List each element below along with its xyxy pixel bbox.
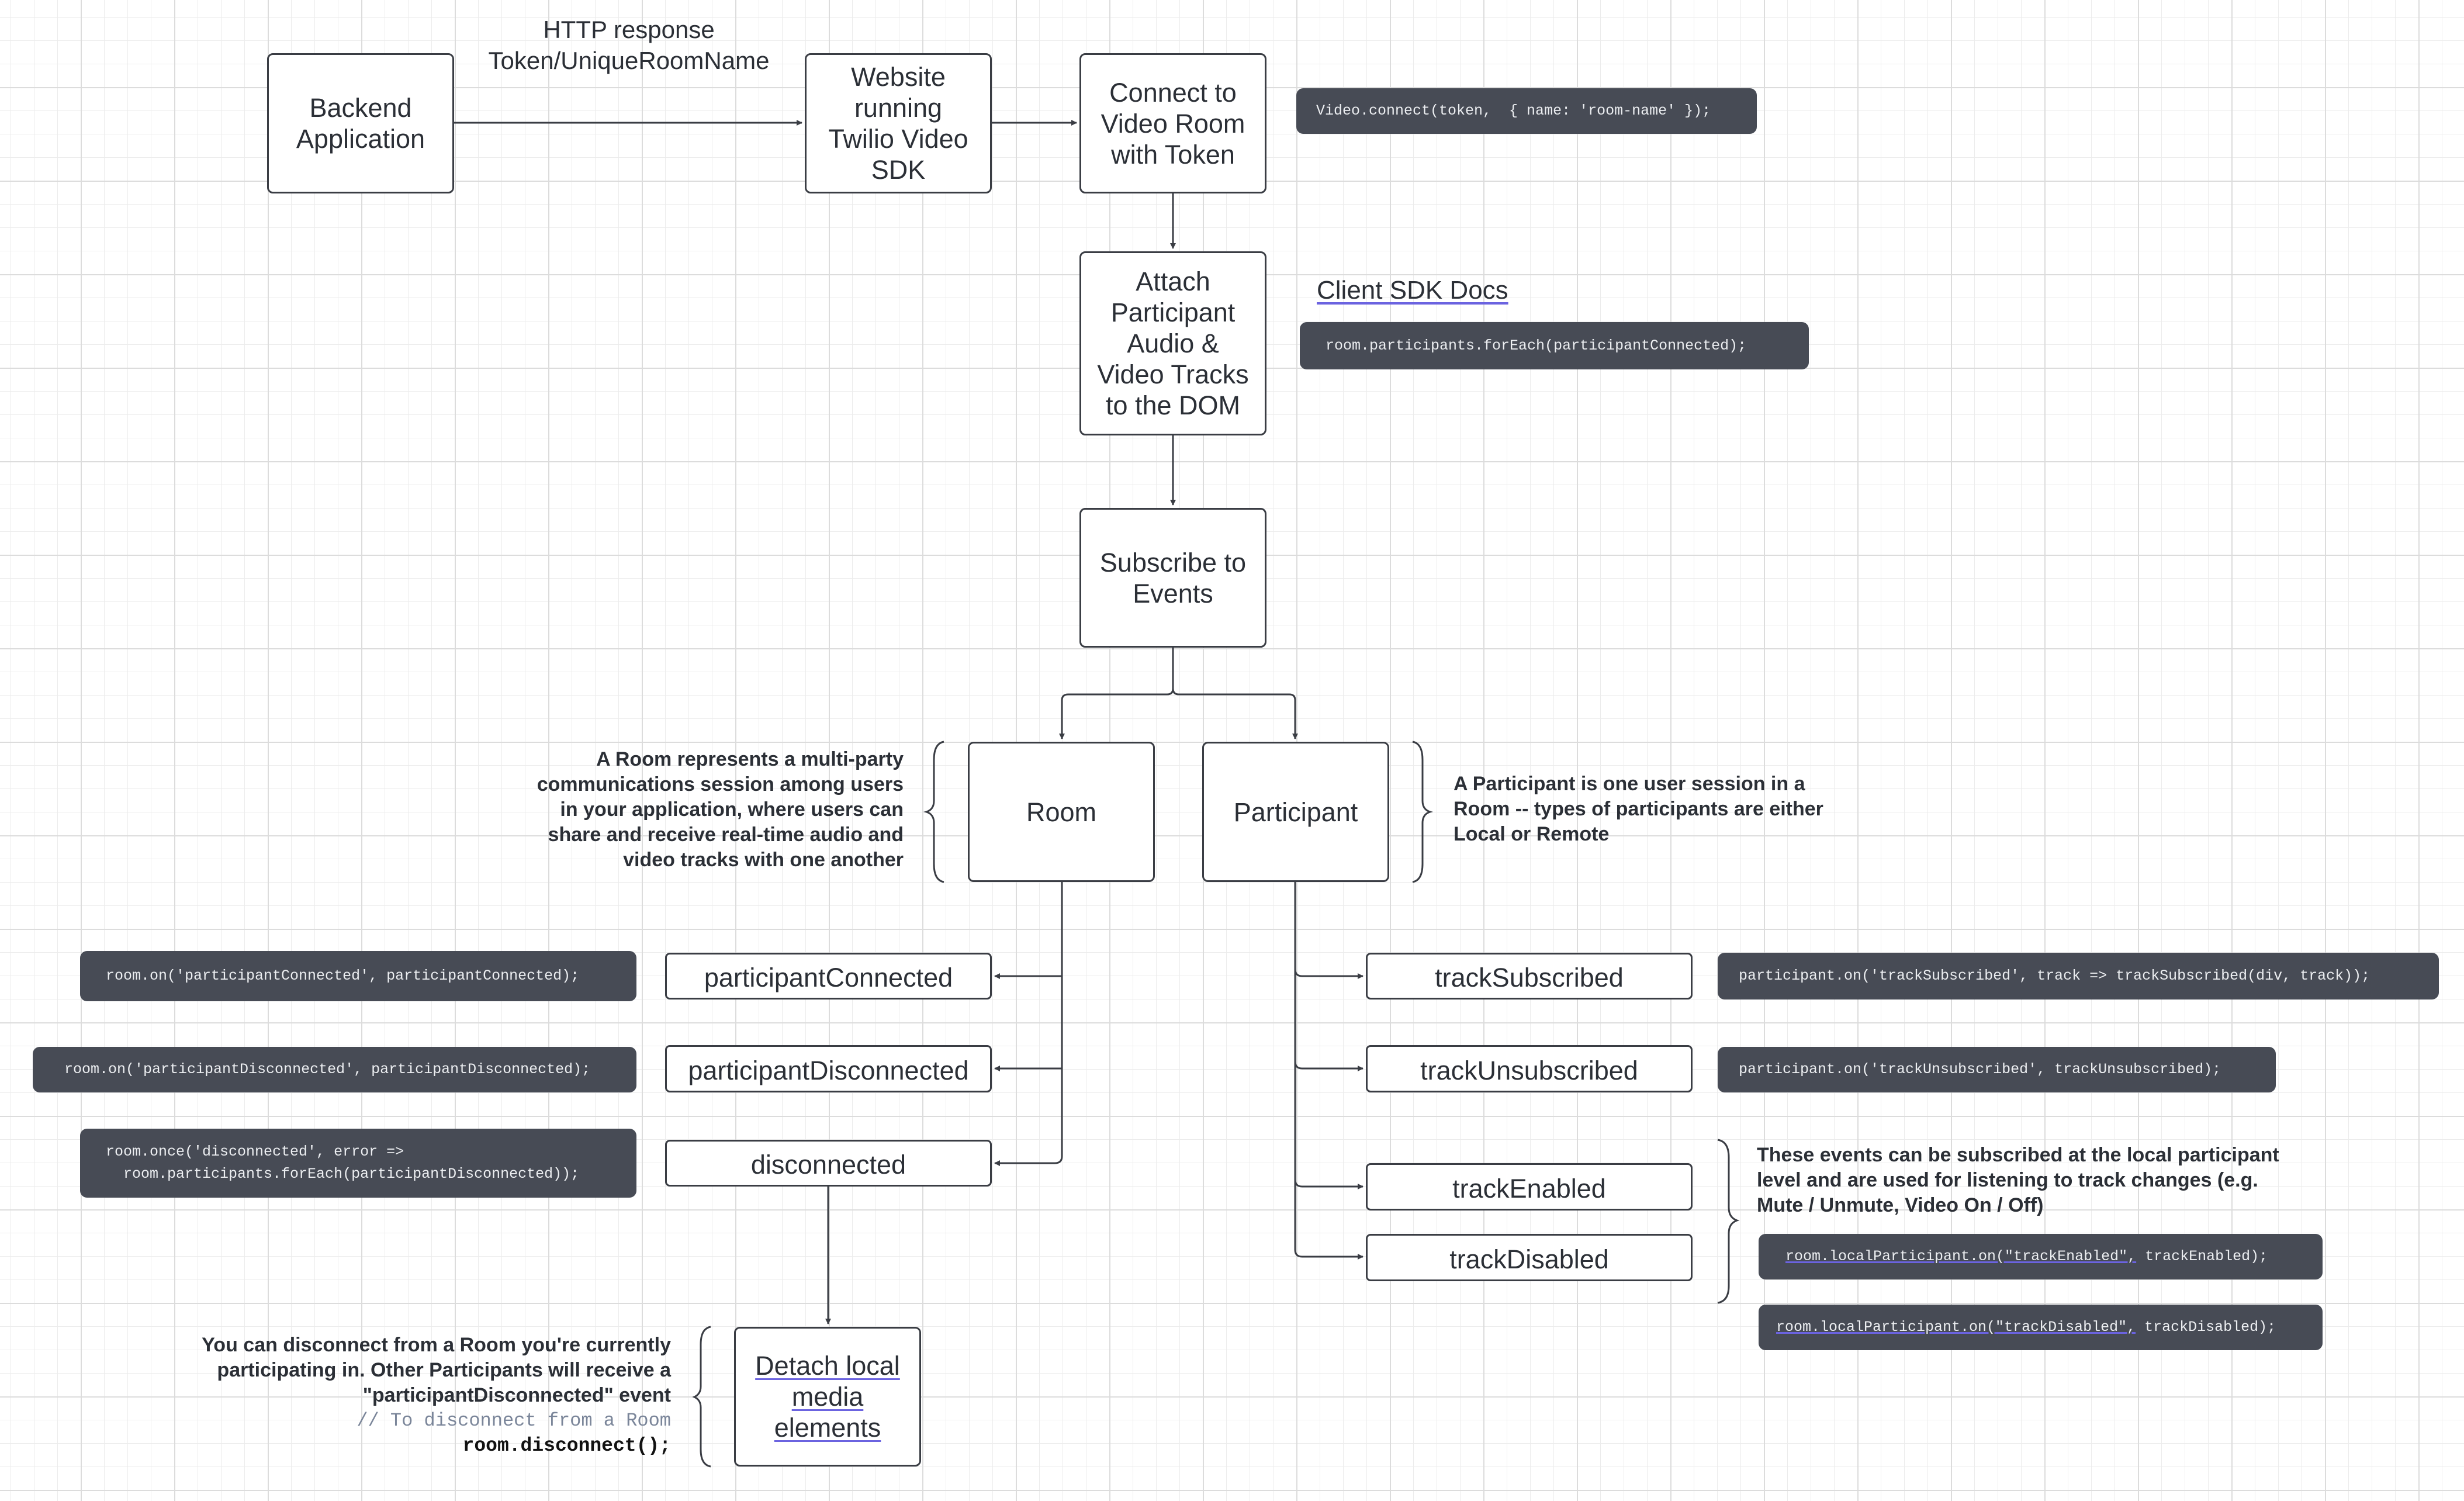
brace-detach (692, 1326, 711, 1468)
desc-line: participating in. Other Participants wil… (217, 1359, 671, 1381)
desc-line: communications session among users (537, 773, 904, 796)
desc-line: Local or Remote (1454, 823, 1610, 845)
node-label: Detach local media elements (755, 1351, 900, 1443)
code-participant-disconnected: room.on('participantDisconnected', parti… (33, 1047, 636, 1092)
event-label: participantDisconnected (688, 1055, 969, 1085)
event-trackDisabled[interactable]: trackDisabled (1366, 1234, 1693, 1281)
brace-participant (1412, 741, 1434, 883)
node-subscribe-events[interactable]: Subscribe to Events (1079, 508, 1266, 648)
code-line: room.once('disconnected', error => (106, 1143, 404, 1160)
desc-line: These events can be subscribed at the lo… (1757, 1144, 2279, 1166)
desc-line: Mute / Unmute, Video On / Off) (1757, 1194, 2044, 1216)
local-events-description: These events can be subscribed at the lo… (1757, 1143, 2370, 1218)
desc-line: share and receive real-time audio and (548, 824, 904, 846)
arrow-subscribe-participant (1172, 688, 1298, 739)
code-participant-connected: room.on('participantConnected', particip… (80, 951, 636, 1001)
code-track-unsubscribed: participant.on('trackUnsubscribed', trac… (1718, 1047, 2276, 1092)
desc-line: A Participant is one user session in a (1454, 773, 1805, 795)
desc-line: "participantDisconnected" event (362, 1384, 671, 1406)
node-website[interactable]: Website running Twilio Video SDK (805, 53, 992, 193)
disconnect-description: You can disconnect from a Room you're cu… (145, 1333, 671, 1458)
event-label: trackEnabled (1452, 1173, 1606, 1203)
code-comment: // To disconnect from a Room (357, 1410, 671, 1431)
node-room[interactable]: Room (968, 742, 1155, 882)
node-label: Backend Application (296, 93, 425, 154)
node-label: Website running Twilio Video SDK (828, 62, 968, 185)
room-trunk (1054, 882, 1063, 1164)
desc-line: in your application, where users can (560, 798, 904, 821)
code-link[interactable]: room.localParticipant.on("trackDisabled"… (1776, 1316, 2136, 1339)
event-label: trackSubscribed (1435, 963, 1624, 992)
node-label: Connect to Video Room with Token (1101, 77, 1245, 170)
event-participantDisconnected[interactable]: participantDisconnected (665, 1045, 992, 1092)
code-link[interactable]: room.localParticipant.on("trackEnabled", (1785, 1246, 2136, 1268)
code-disconnect: room.disconnect(); (462, 1435, 671, 1457)
arrow-participant-trackUnsubscribed (1294, 1061, 1363, 1071)
event-label: disconnected (750, 1150, 906, 1180)
http-response-label: HTTP response Token/UniqueRoomName (454, 14, 804, 76)
event-trackUnsubscribed[interactable]: trackUnsubscribed (1366, 1045, 1693, 1092)
event-label: participantConnected (704, 963, 953, 992)
node-label: Attach Participant Audio & Video Tracks … (1097, 267, 1249, 420)
arrow-participant-trackSubscribed (1294, 969, 1363, 979)
brace-local-events (1717, 1139, 1740, 1304)
desc-line: You can disconnect from a Room you're cu… (202, 1334, 671, 1356)
code-line: room.participants.forEach(participantDis… (106, 1165, 580, 1182)
client-sdk-docs-link[interactable]: Client SDK Docs (1317, 276, 1508, 305)
event-participantConnected[interactable]: participantConnected (665, 953, 992, 999)
node-label: Subscribe to Events (1099, 547, 1247, 608)
participant-trunk (1294, 882, 1303, 1258)
desc-line: Room -- types of participants are either (1454, 798, 1823, 820)
node-label: Room (1026, 797, 1097, 827)
code-room-once-disconnected: room.once('disconnected', error => room.… (80, 1129, 636, 1198)
event-disconnected[interactable]: disconnected (665, 1140, 992, 1187)
node-backend-application[interactable]: Backend Application (267, 53, 454, 193)
code-track-disabled: room.localParticipant.on("trackDisabled"… (1759, 1305, 2323, 1350)
event-trackSubscribed[interactable]: trackSubscribed (1366, 953, 1693, 999)
node-participant[interactable]: Participant (1202, 742, 1389, 882)
code-video-connect: Video.connect(token, { name: 'room-name'… (1296, 88, 1757, 134)
node-detach-media-link[interactable]: Detach local media elements (734, 1327, 921, 1467)
node-label: Participant (1233, 797, 1358, 827)
code-track-subscribed: participant.on('trackSubscribed', track … (1718, 953, 2439, 999)
code-text: trackEnabled); (2136, 1248, 2268, 1265)
desc-line: A Room represents a multi-party (596, 748, 904, 770)
http-label-line2: Token/UniqueRoomName (488, 47, 770, 74)
arrow-subscribe-room (1059, 648, 1174, 739)
room-description: A Room represents a multi-party communic… (494, 747, 904, 873)
code-participants-foreach: room.participants.forEach(participantCon… (1300, 322, 1809, 369)
brace-room (923, 741, 944, 883)
http-label-line1: HTTP response (543, 16, 715, 43)
arrow-participant-trackEnabled (1294, 1179, 1363, 1189)
event-label: trackDisabled (1449, 1244, 1609, 1274)
node-connect[interactable]: Connect to Video Room with Token (1079, 53, 1266, 193)
desc-line: level and are used for listening to trac… (1757, 1169, 2258, 1191)
event-trackEnabled[interactable]: trackEnabled (1366, 1163, 1693, 1211)
event-label: trackUnsubscribed (1420, 1055, 1638, 1085)
code-text: trackDisabled); (2136, 1319, 2276, 1336)
desc-line: video tracks with one another (623, 849, 904, 871)
participant-description: A Participant is one user session in a R… (1454, 772, 1921, 847)
code-track-enabled: room.localParticipant.on("trackEnabled",… (1759, 1234, 2323, 1279)
node-attach-tracks[interactable]: Attach Participant Audio & Video Tracks … (1079, 251, 1266, 435)
